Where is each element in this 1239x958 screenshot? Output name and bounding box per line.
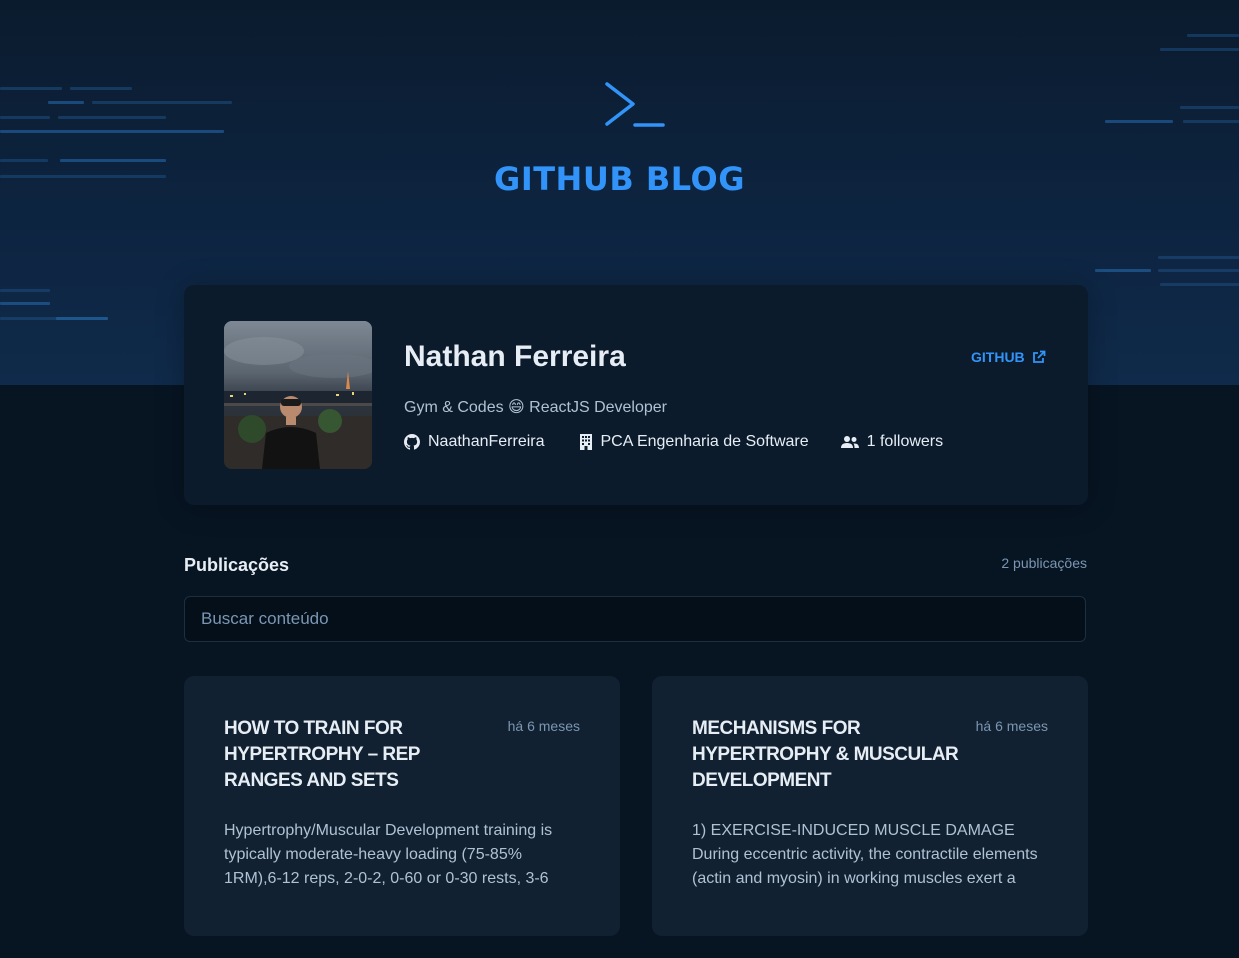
- profile-bio: Gym & Codes 😄 ReactJS Developer: [404, 399, 667, 416]
- post-title: HOW TO TRAIN FOR HYPERTROPHY – REP RANGE…: [224, 718, 420, 791]
- post-date: há 6 meses: [507, 718, 580, 734]
- post-card[interactable]: MECHANISMS FOR HYPERTROPHY & MUSCULAR DE…: [652, 676, 1088, 936]
- followers-text: 1 followers: [866, 433, 944, 450]
- terminal-prompt-icon: [605, 82, 665, 127]
- post-card[interactable]: HOW TO TRAIN FOR HYPERTROPHY – REP RANGE…: [184, 676, 620, 936]
- post-excerpt: 1) EXERCISE-INDUCED MUSCLE DAMAGE During…: [692, 822, 1038, 887]
- post-date: há 6 meses: [975, 718, 1048, 734]
- search-input[interactable]: [184, 596, 1086, 642]
- username-text: NaathanFerreira: [428, 433, 545, 450]
- company-text: PCA Engenharia de Software: [600, 433, 809, 450]
- profile-company: PCA Engenharia de Software: [579, 433, 809, 451]
- profile-username: NaathanFerreira: [404, 433, 545, 451]
- avatar: [224, 321, 372, 469]
- building-icon: [579, 434, 592, 450]
- post-title: MECHANISMS FOR HYPERTROPHY & MUSCULAR DE…: [692, 718, 959, 791]
- github-link[interactable]: GITHUB: [971, 349, 1046, 365]
- profile-meta: NaathanFerreira PCA Engenharia de Softwa…: [404, 433, 943, 451]
- publications-title: Publicações: [184, 555, 290, 575]
- github-icon: [404, 434, 420, 450]
- profile-card: Nathan Ferreira GITHUB Gym & Codes 😄 Rea…: [184, 285, 1088, 505]
- external-link-icon: [1032, 350, 1046, 363]
- brand-title: GITHUB BLOG: [494, 160, 745, 198]
- profile-followers: 1 followers: [840, 433, 944, 451]
- profile-name: Nathan Ferreira: [404, 340, 626, 373]
- github-link-label: GITHUB: [971, 349, 1025, 365]
- post-excerpt: Hypertrophy/Muscular Development trainin…: [224, 822, 553, 887]
- publications-count: 2 publicações: [1001, 555, 1087, 571]
- users-icon: [840, 436, 859, 448]
